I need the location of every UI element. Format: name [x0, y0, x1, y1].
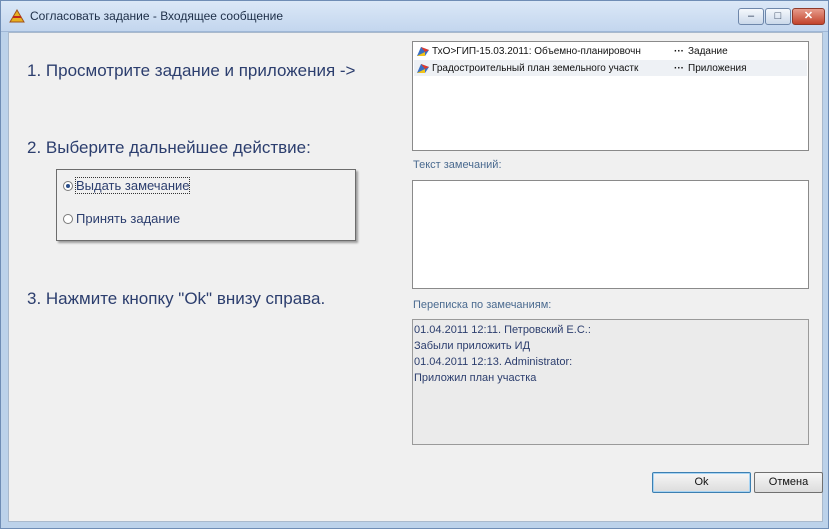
- minimize-button[interactable]: –: [738, 8, 764, 25]
- dialog-window: Согласовать задание - Входящее сообщение…: [0, 0, 829, 529]
- attachments-list[interactable]: ТхО>ГИП-15.03.2011: Объемно-планировочн …: [412, 41, 809, 151]
- correspondence-line: 01.04.2011 12:11. Петровский Е.С.:: [414, 324, 591, 336]
- radio-accept-task[interactable]: Принять задание: [63, 211, 180, 226]
- title-bar[interactable]: Согласовать задание - Входящее сообщение…: [1, 1, 828, 32]
- maximize-button[interactable]: □: [765, 8, 791, 25]
- radio-issue-remark-label[interactable]: Выдать замечание: [74, 177, 191, 194]
- correspondence-line: 01.04.2011 12:13. Administrator:: [414, 356, 573, 368]
- document-icon: [417, 46, 429, 56]
- radio-issue-remark[interactable]: Выдать замечание: [63, 177, 191, 194]
- action-radio-group: Выдать замечание Принять задание: [56, 169, 356, 241]
- ok-button[interactable]: Ok: [652, 472, 751, 493]
- attachment-more-button[interactable]: ···: [670, 46, 688, 57]
- attachment-name: Градостроительный план земельного участк: [432, 62, 639, 74]
- close-button[interactable]: ✕: [792, 8, 825, 25]
- radio-unselected-indicator[interactable]: [63, 213, 73, 224]
- correspondence-line: Забыли приложить ИД: [414, 340, 531, 352]
- list-item[interactable]: ТхО>ГИП-15.03.2011: Объемно-планировочн …: [414, 43, 807, 59]
- attachment-type: Задание: [688, 45, 728, 57]
- radio-selected-indicator[interactable]: [63, 180, 73, 191]
- step-3-instruction: 3. Нажмите кнопку "Ok" внизу справа.: [27, 289, 326, 308]
- app-icon: [9, 9, 25, 23]
- correspondence-label: Переписка по замечаниям:: [413, 299, 552, 311]
- step-2-instruction: 2. Выберите дальнейшее действие:: [27, 138, 311, 157]
- correspondence-line: Приложил план участка: [414, 372, 537, 384]
- correspondence-log[interactable]: 01.04.2011 12:11. Петровский Е.С.: Забыл…: [412, 319, 809, 445]
- remarks-text-field[interactable]: [412, 180, 809, 289]
- attachment-type: Приложения: [688, 62, 747, 74]
- radio-accept-task-label[interactable]: Принять задание: [76, 211, 180, 226]
- window-title: Согласовать задание - Входящее сообщение: [30, 9, 284, 23]
- attachment-name: ТхО>ГИП-15.03.2011: Объемно-планировочн: [432, 45, 641, 57]
- document-icon: [417, 63, 429, 73]
- step-1-instruction: 1. Просмотрите задание и приложения ->: [27, 61, 356, 80]
- cancel-button[interactable]: Отмена: [754, 472, 823, 493]
- list-item[interactable]: Градостроительный план земельного участк…: [414, 60, 807, 76]
- dialog-body: 1. Просмотрите задание и приложения -> 2…: [8, 32, 823, 522]
- attachment-more-button[interactable]: ···: [670, 63, 688, 74]
- remarks-label: Текст замечаний:: [413, 159, 502, 171]
